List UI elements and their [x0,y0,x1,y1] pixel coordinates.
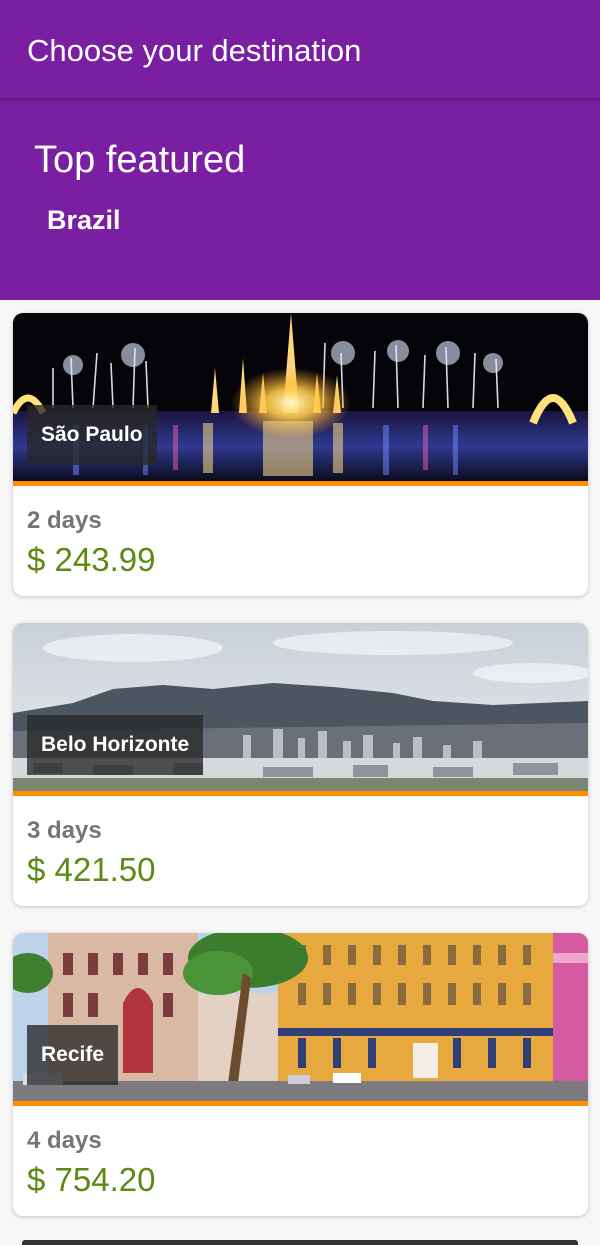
city-name: São Paulo [41,423,143,446]
trip-duration: 4 days [27,1127,102,1154]
trip-duration: 3 days [27,817,102,844]
destination-card-belo-horizonte[interactable]: Belo Horizonte 3 days $ 421.50 [13,623,588,906]
trip-price: $ 421.50 [27,851,156,888]
destination-card-sao-paulo[interactable]: São Paulo 2 days $ 243.99 [13,313,588,596]
destination-image: São Paulo [13,313,588,481]
city-caption: Recife [27,1025,119,1085]
accent-divider [13,791,588,796]
city-name: Belo Horizonte [41,733,190,756]
featured-header: Top featured Brazil [0,98,600,300]
city-caption: Belo Horizonte [27,715,204,775]
city-caption: São Paulo [27,405,157,465]
app-bar: Choose your destination [0,0,600,98]
trip-duration: 2 days [27,507,102,534]
next-card-peek [22,1240,578,1245]
section-title: Top featured [34,139,246,181]
app-bar-title: Choose your destination [27,33,362,68]
destination-image: Recife [13,933,588,1101]
destination-image: Belo Horizonte [13,623,588,791]
accent-divider [13,481,588,486]
trip-price: $ 243.99 [27,541,156,578]
accent-divider [13,1101,588,1106]
destination-card-recife[interactable]: Recife 4 days $ 754.20 [13,933,588,1216]
country-label: Brazil [47,205,121,235]
city-name: Recife [41,1043,105,1066]
trip-price: $ 754.20 [27,1161,156,1198]
